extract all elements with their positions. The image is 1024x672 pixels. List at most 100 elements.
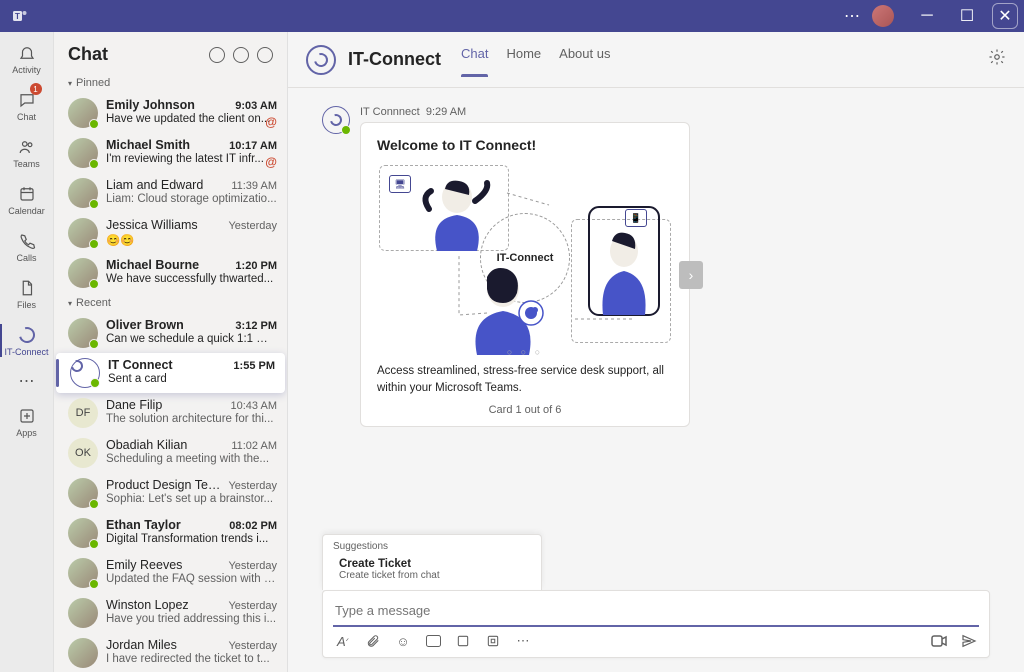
send-button[interactable] [961, 633, 977, 649]
chat-name: Emily Johnson [106, 98, 195, 112]
chat-name: Obadiah Kilian [106, 438, 187, 452]
apps-icon [16, 405, 38, 427]
rail-calendar[interactable]: Calendar [4, 179, 50, 220]
chat-name: IT Connect [108, 358, 173, 372]
suggestions-popover: Suggestions Create Ticket Create ticket … [322, 534, 542, 590]
adaptive-card: Welcome to IT Connect! 🖥 📱 IT-Connect [360, 122, 690, 427]
conversation-header: IT-Connect Chat Home About us [288, 32, 1024, 88]
conversation-tabs: Chat Home About us [461, 42, 610, 77]
rail-itconnect[interactable]: IT-Connect [4, 320, 50, 361]
chat-preview: The solution architecture for thi... [106, 413, 277, 425]
itconnect-icon [16, 324, 38, 346]
chat-list-title: Chat [68, 44, 201, 65]
chat-preview: Liam: Cloud storage optimizatio... [106, 193, 277, 205]
rail-apps[interactable]: Apps [4, 401, 50, 442]
chat-time: Yesterday [228, 560, 277, 572]
chat-item[interactable]: IT Connect 1:55 PMSent a card [56, 353, 285, 393]
new-chat-button[interactable] [257, 47, 273, 63]
rail-more[interactable]: ⋯ [4, 367, 50, 395]
tab-home[interactable]: Home [506, 42, 541, 77]
carousel-dots: ○ ○ ○ [507, 347, 543, 357]
close-button[interactable]: ✕ [992, 3, 1018, 29]
recent-section[interactable]: ▾Recent [54, 293, 287, 313]
svg-text:T: T [15, 12, 20, 21]
chat-item[interactable]: Jordan Miles YesterdayI have redirected t… [54, 633, 287, 672]
chat-item[interactable]: Emily ReevesYesterdayUpdated the FAQ ses… [54, 553, 287, 593]
chat-item[interactable]: Liam and Edward 11:39 AMLiam: Cloud stora… [54, 173, 287, 213]
chat-avatar: DF [68, 398, 98, 428]
gif-icon[interactable] [425, 633, 441, 649]
chat-time: 11:02 AM [231, 440, 277, 452]
calls-icon [16, 230, 38, 252]
chat-avatar [68, 598, 98, 628]
rail-teams[interactable]: Teams [4, 132, 50, 173]
chat-time: Yesterday [228, 480, 277, 492]
format-icon[interactable]: Aᐟ [335, 633, 351, 649]
chat-time: 1:55 PM [233, 360, 275, 372]
suggestions-label: Suggestions [333, 541, 531, 552]
tab-about[interactable]: About us [559, 42, 610, 77]
chat-preview: I have redirected the ticket to t... [106, 653, 277, 665]
bell-icon [16, 42, 38, 64]
card-description: Access streamlined, stress-free service … [377, 363, 673, 396]
maximize-button[interactable]: ☐ [952, 5, 982, 27]
chat-item[interactable]: DF Dane Filip 10:43 AMThe solution archite… [54, 393, 287, 433]
chat-list-header: Chat [54, 32, 287, 73]
chat-item[interactable]: OKObadiah Kilian11:02 AMScheduling a mee… [54, 433, 287, 473]
more-icon[interactable]: ⋯ [842, 6, 862, 26]
carousel-next-button[interactable]: › [679, 261, 703, 289]
chat-item[interactable]: Michael Smith10:17 AMI'm reviewing the l… [54, 133, 287, 173]
chat-item[interactable]: Winston LopezYesterdayHave you tried add… [54, 593, 287, 633]
chat-item[interactable]: Jessica WilliamsYesterday😊😊 [54, 213, 287, 253]
chat-time: 9:03 AM [235, 100, 277, 112]
conversation-avatar[interactable] [306, 45, 336, 75]
chat-list: Chat ▾Pinned Emily Johnson9:03 AMHave we… [54, 32, 288, 672]
card-page-indicator: Card 1 out of 6 [377, 404, 673, 416]
profile-avatar[interactable] [872, 5, 894, 27]
header-action-1[interactable] [233, 47, 249, 63]
settings-icon[interactable] [988, 48, 1006, 71]
minimize-button[interactable]: ─ [912, 5, 942, 27]
chat-avatar [68, 218, 98, 248]
app-rail: Activity 1 Chat Teams Calendar Calls Fil… [0, 32, 54, 672]
rail-activity[interactable]: Activity [4, 38, 50, 79]
chat-time: 1:20 PM [235, 260, 277, 272]
chat-name: Dane Filip [106, 398, 162, 412]
message: IT Connnect 9:29 AM Welcome to IT Connec… [322, 106, 990, 427]
chat-name: Jordan Miles [106, 638, 177, 652]
suggestion-item[interactable]: Create Ticket Create ticket from chat [333, 555, 531, 584]
chat-name: Emily Reeves [106, 558, 182, 572]
unread-badge: 1 [30, 83, 42, 95]
tab-chat[interactable]: Chat [461, 42, 488, 77]
chat-time: 10:43 AM [231, 400, 277, 412]
chat-preview: Sent a card [108, 373, 275, 385]
chat-preview: We have successfully thwarted... [106, 273, 277, 285]
pinned-section[interactable]: ▾Pinned [54, 73, 287, 93]
extension-icon[interactable] [485, 633, 501, 649]
rail-chat[interactable]: 1 Chat [4, 85, 50, 126]
message-avatar[interactable] [322, 106, 350, 134]
chat-preview: 😊😊 [106, 233, 277, 247]
chat-item[interactable]: Emily Johnson9:03 AMHave we updated the … [54, 93, 287, 133]
rail-files[interactable]: Files [4, 273, 50, 314]
rail-calls[interactable]: Calls [4, 226, 50, 267]
chevron-down-icon: ▾ [68, 79, 72, 88]
emoji-icon[interactable]: ☺ [395, 633, 411, 649]
filter-button[interactable] [209, 47, 225, 63]
more-actions-icon[interactable]: ⋯ [515, 633, 531, 649]
chat-avatar: OK [68, 438, 98, 468]
chat-item[interactable]: Ethan Taylor08:02 PMDigital Transformati… [54, 513, 287, 553]
video-icon[interactable] [931, 633, 947, 649]
chevron-down-icon: ▾ [68, 299, 72, 308]
chat-time: 11:39 AM [231, 180, 277, 192]
chat-item[interactable]: Oliver Brown3:12 PMCan we schedule a qui… [54, 313, 287, 353]
chat-item[interactable]: Michael Bourne1:20 PMWe have successfull… [54, 253, 287, 293]
chat-item[interactable]: Product Design TeamYesterdaySophia: Let'… [54, 473, 287, 513]
chat-avatar [68, 98, 98, 128]
chat-name: Liam and Edward [106, 178, 203, 192]
chat-time: Yesterday [228, 640, 277, 652]
message-input[interactable] [333, 599, 979, 622]
sticker-icon[interactable] [455, 633, 471, 649]
attach-icon[interactable] [365, 633, 381, 649]
card-illustration: 🖥 📱 IT-Connect [377, 163, 673, 353]
